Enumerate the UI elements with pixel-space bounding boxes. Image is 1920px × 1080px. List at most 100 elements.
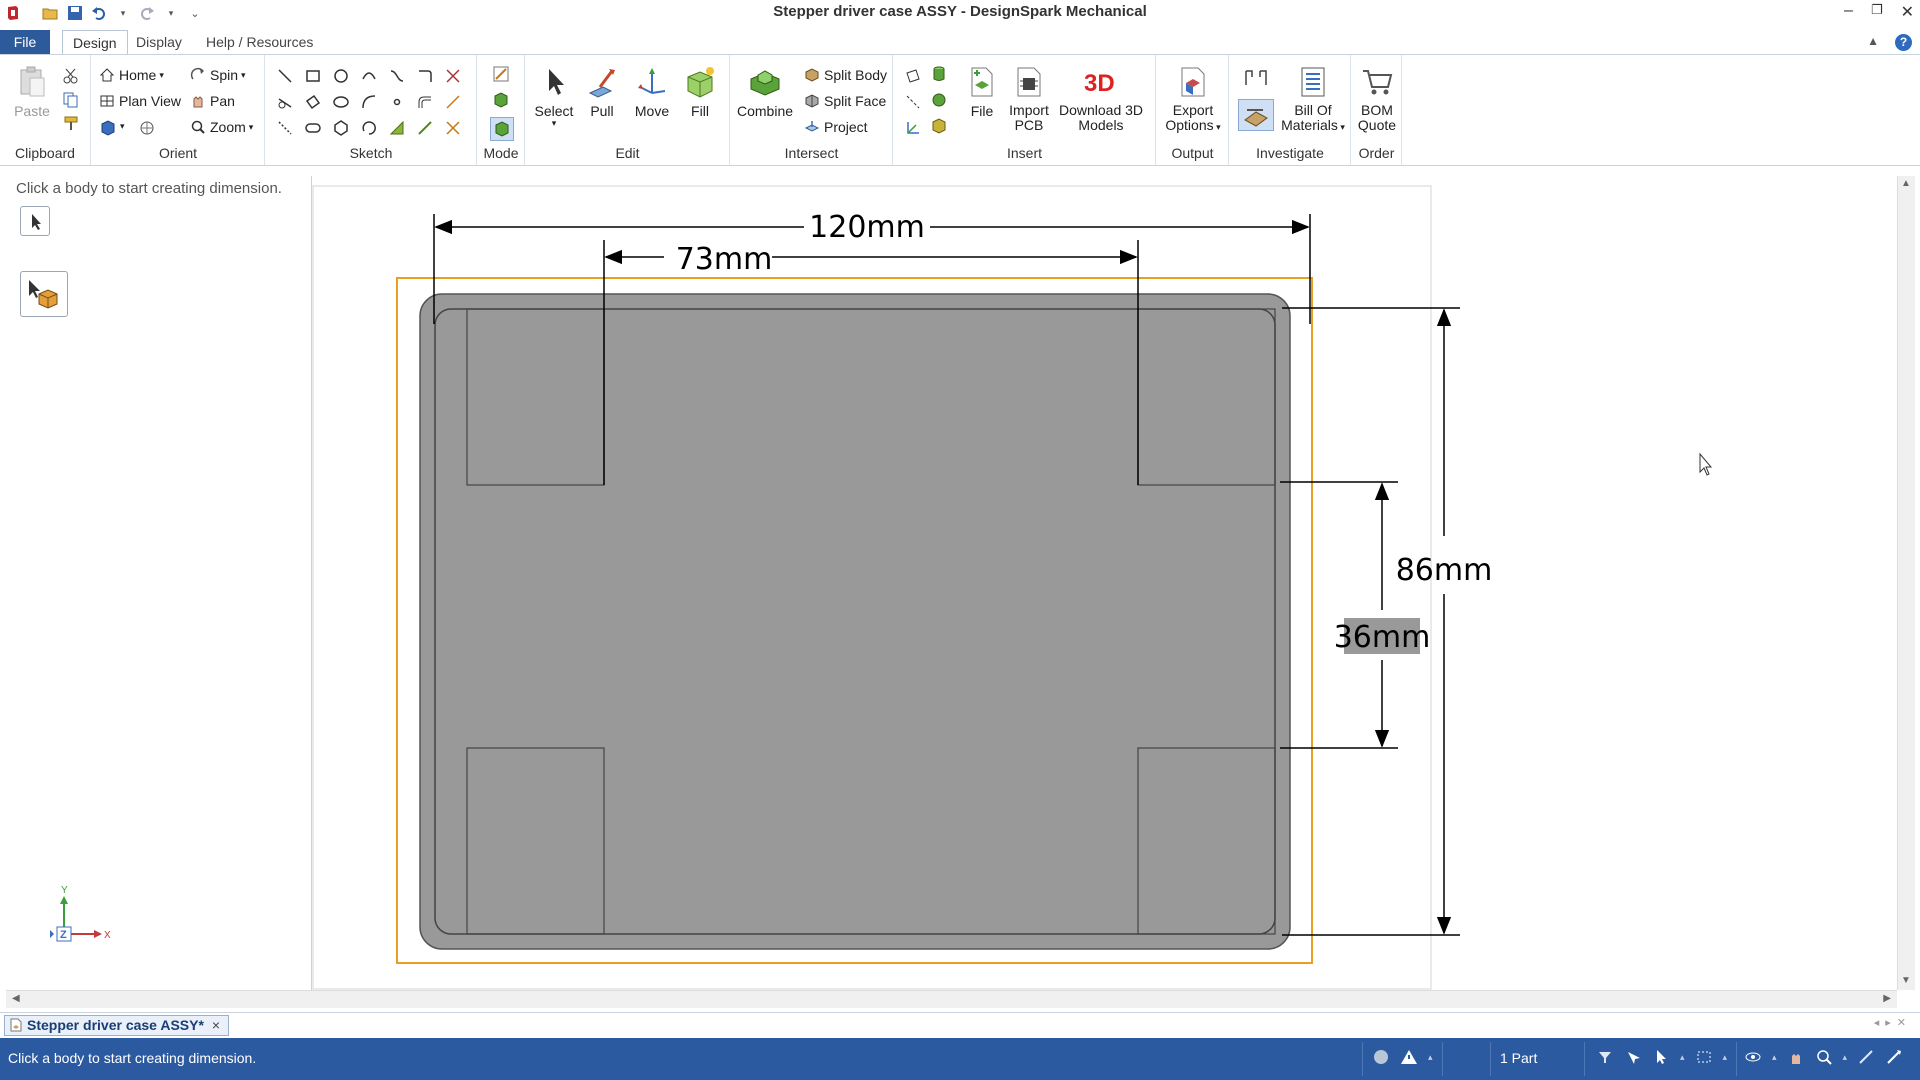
mass-properties-icon[interactable]: [1238, 99, 1274, 131]
scroll-right-icon[interactable]: ▶: [1883, 993, 1891, 1004]
zoom-button[interactable]: Zoom ▾: [190, 119, 253, 135]
dimension-height-inner[interactable]: 36mm: [1334, 620, 1431, 655]
view-cube-icon[interactable]: [99, 119, 117, 137]
scroll-left-icon[interactable]: ◀: [12, 993, 20, 1004]
copy-icon[interactable]: [62, 91, 80, 109]
trim-tool-icon[interactable]: [444, 67, 462, 85]
tab-display[interactable]: Display: [126, 30, 192, 54]
orbit-icon[interactable]: [1744, 1048, 1762, 1066]
warning-icon[interactable]: [1400, 1048, 1418, 1066]
construction-line-icon[interactable]: [276, 119, 294, 137]
case-body[interactable]: [419, 293, 1291, 950]
sphere-icon[interactable]: [930, 91, 948, 109]
polygon-tool-icon[interactable]: [332, 119, 350, 137]
rectangle-tool-icon[interactable]: [304, 67, 322, 85]
collapse-ribbon-icon[interactable]: ▲: [1867, 34, 1879, 51]
combine-button[interactable]: Combine: [733, 65, 797, 119]
split-body-button[interactable]: Split Body: [804, 67, 887, 83]
spin-button[interactable]: Spin ▾: [190, 67, 246, 83]
pointer-dropdown-icon[interactable]: ▴: [1680, 1048, 1685, 1066]
dimension-width-total[interactable]: 120mm: [809, 210, 925, 245]
tangent-arc-icon[interactable]: [360, 93, 378, 111]
status-sphere-icon[interactable]: [1372, 1048, 1390, 1066]
split-line-icon[interactable]: [416, 119, 434, 137]
dimension-width-inner[interactable]: 73mm: [676, 242, 773, 277]
zoom-status-icon[interactable]: [1815, 1048, 1833, 1066]
document-tab[interactable]: Stepper driver case ASSY* ×: [4, 1015, 230, 1036]
cut-icon[interactable]: [62, 67, 80, 85]
pan-button[interactable]: Pan: [190, 93, 235, 109]
point-tool-icon[interactable]: [388, 93, 406, 111]
vertical-scrollbar[interactable]: ▲ ▼: [1897, 176, 1915, 990]
download-3d-models-button[interactable]: 3D Download 3D Models: [1054, 65, 1148, 133]
selection-filter-icon[interactable]: [1596, 1048, 1614, 1066]
pan-status-icon[interactable]: [1787, 1048, 1805, 1066]
export-options-button[interactable]: Export Options ▾: [1161, 65, 1225, 135]
corner-tool-icon[interactable]: [416, 67, 434, 85]
pull-button[interactable]: Pull: [580, 65, 624, 119]
slot-tool-icon[interactable]: [304, 119, 322, 137]
import-pcb-button[interactable]: Import PCB: [1006, 65, 1052, 133]
select-button[interactable]: Select ▾: [532, 65, 576, 128]
format-painter-icon[interactable]: [62, 115, 80, 133]
face-curve-icon[interactable]: [388, 119, 406, 137]
plan-view-button[interactable]: Plan View: [99, 93, 181, 109]
arc-tool-icon[interactable]: [360, 67, 378, 85]
bend-tool-icon[interactable]: [444, 119, 462, 137]
plane-icon[interactable]: [904, 67, 922, 85]
insert-file-button[interactable]: File: [960, 65, 1004, 119]
bom-quote-button[interactable]: BOM Quote: [1354, 65, 1400, 133]
sketch-mode-icon[interactable]: [492, 65, 510, 83]
dimension-height-total[interactable]: 86mm: [1396, 553, 1493, 588]
select-mode-icon[interactable]: [1624, 1048, 1642, 1066]
origin-icon[interactable]: [904, 119, 922, 137]
pointer-icon[interactable]: [1652, 1048, 1670, 1066]
home-button[interactable]: Home ▾: [99, 67, 164, 83]
tab-help-resources[interactable]: Help / Resources: [196, 30, 323, 54]
offset-tool-icon[interactable]: [416, 93, 434, 111]
sketch-status-icon[interactable]: [1857, 1048, 1875, 1066]
ellipse-tool-icon[interactable]: [332, 93, 350, 111]
pull-status-icon[interactable]: [1885, 1048, 1903, 1066]
scroll-down-icon[interactable]: ▼: [1901, 975, 1911, 986]
axis-icon[interactable]: [904, 93, 922, 111]
measure-icon[interactable]: [1242, 67, 1270, 91]
box-select-icon[interactable]: [1695, 1048, 1713, 1066]
box-select-dropdown-icon[interactable]: ▴: [1723, 1048, 1728, 1066]
cylinder-icon[interactable]: [930, 65, 948, 83]
horizontal-scrollbar[interactable]: ◀ ▶: [6, 990, 1897, 1008]
3d-mode-icon[interactable]: [490, 117, 514, 141]
zoom-dropdown-icon[interactable]: ▴: [1843, 1048, 1848, 1066]
warning-dropdown-icon[interactable]: ▴: [1428, 1048, 1433, 1066]
tab-nav-icons[interactable]: ◂▸✕: [1874, 1016, 1912, 1029]
project-button[interactable]: Project: [804, 119, 868, 135]
extend-tool-icon[interactable]: [444, 93, 462, 111]
close-document-icon[interactable]: ×: [212, 1017, 220, 1033]
help-icon[interactable]: ?: [1895, 34, 1912, 51]
tangent-line-icon[interactable]: [276, 93, 294, 111]
tab-file[interactable]: File: [0, 30, 50, 54]
orbit-dropdown-icon[interactable]: ▴: [1772, 1048, 1777, 1066]
line-tool-icon[interactable]: [276, 67, 294, 85]
minimize-icon[interactable]: –: [1844, 2, 1853, 22]
circle-tool-icon[interactable]: [332, 67, 350, 85]
fill-button[interactable]: Fill: [678, 65, 722, 119]
dimension-body-tool-button[interactable]: [20, 271, 68, 317]
paste-button[interactable]: Paste: [8, 65, 56, 119]
restore-icon[interactable]: ❐: [1871, 2, 1883, 22]
view-projection-icon[interactable]: [138, 119, 156, 137]
view-dropdown-icon[interactable]: ▾: [120, 121, 125, 132]
bill-of-materials-button[interactable]: Bill Of Materials ▾: [1278, 65, 1348, 135]
tab-design[interactable]: Design: [62, 30, 128, 55]
close-icon[interactable]: ✕: [1901, 2, 1914, 22]
move-button[interactable]: Move: [628, 65, 676, 119]
three-point-rectangle-icon[interactable]: [304, 93, 322, 111]
split-face-button[interactable]: Split Face: [804, 93, 886, 109]
spline-tool-icon[interactable]: [388, 67, 406, 85]
section-mode-icon[interactable]: [492, 91, 510, 109]
select-body-tool-button[interactable]: [20, 206, 50, 236]
shell-icon[interactable]: [930, 117, 948, 135]
sweep-arc-icon[interactable]: [360, 119, 378, 137]
design-canvas[interactable]: 120mm 73mm 86mm 36mm: [312, 176, 1897, 990]
scroll-up-icon[interactable]: ▲: [1901, 178, 1911, 189]
